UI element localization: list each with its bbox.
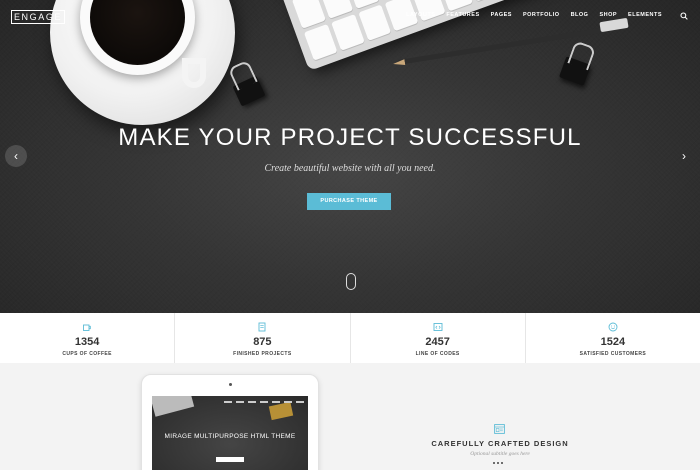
page: ENGAGE LAYOUTS FEATURES PAGES PORTFOLIO … xyxy=(0,0,700,470)
stat-label: FINISHED PROJECTS xyxy=(233,351,292,357)
purchase-theme-button[interactable]: PURCHASE THEME xyxy=(307,193,391,210)
smiley-icon xyxy=(608,322,618,332)
hero-section: ENGAGE LAYOUTS FEATURES PAGES PORTFOLIO … xyxy=(0,0,700,313)
search-icon[interactable] xyxy=(680,12,688,20)
stat-label: LINE OF CODES xyxy=(415,351,460,357)
stat-item: 875 FINISHED PROJECTS xyxy=(175,313,351,363)
cup-handle-image xyxy=(182,58,206,88)
carousel-dots[interactable] xyxy=(493,462,503,464)
nav-item-features[interactable]: FEATURES xyxy=(446,12,479,18)
stat-item: 2457 LINE OF CODES xyxy=(351,313,526,363)
screen-object-image xyxy=(268,401,294,421)
stat-label: SATISFIED CUSTOMERS xyxy=(579,351,647,357)
screen-button xyxy=(216,457,244,462)
logo[interactable]: ENGAGE xyxy=(11,10,65,24)
screen-title: MIRAGE MULTIPURPOSE HTML THEME xyxy=(164,433,296,440)
hero-subtitle: Create beautiful website with all you ne… xyxy=(264,163,436,174)
tablet-screen: MIRAGE MULTIPURPOSE HTML THEME xyxy=(152,396,308,470)
stat-label: CUPS OF COFFEE xyxy=(62,351,112,357)
nav-item-portfolio[interactable]: PORTFOLIO xyxy=(523,12,560,18)
main-nav: LAYOUTS FEATURES PAGES PORTFOLIO BLOG SH… xyxy=(406,12,662,18)
stats-bar: 1354 CUPS OF COFFEE 875 FINISHED PROJECT… xyxy=(0,313,700,363)
code-icon xyxy=(433,323,443,331)
stat-value: 1524 xyxy=(600,336,626,348)
feature-subtitle: Optional subtitle goes here xyxy=(470,451,530,457)
stat-value: 1354 xyxy=(74,336,100,348)
screen-nav xyxy=(224,401,304,403)
screen-keyboard-image xyxy=(152,396,195,417)
document-icon xyxy=(258,322,266,332)
tablet-camera xyxy=(229,383,232,386)
stat-value: 2457 xyxy=(425,336,450,348)
nav-item-elements[interactable]: ELEMENTS xyxy=(628,12,662,18)
carousel-dot[interactable] xyxy=(501,462,503,464)
browser-window-icon xyxy=(494,424,505,434)
feature-title: CAREFULLY CRAFTED DESIGN xyxy=(431,439,569,448)
nav-item-shop[interactable]: SHOP xyxy=(599,12,617,18)
stat-item: 1354 CUPS OF COFFEE xyxy=(0,313,176,363)
stat-item: 1524 SATISFIED CUSTOMERS xyxy=(526,313,700,363)
scroll-down-icon[interactable] xyxy=(346,273,356,290)
carousel-dot[interactable] xyxy=(497,462,499,464)
hero-title: MAKE YOUR PROJECT SUCCESSFUL xyxy=(118,124,582,151)
nav-item-layouts[interactable]: LAYOUTS xyxy=(406,12,435,18)
stat-value: 875 xyxy=(253,336,272,348)
nav-item-pages[interactable]: PAGES xyxy=(491,12,512,18)
nav-item-blog[interactable]: BLOG xyxy=(571,12,589,18)
carousel-dot[interactable] xyxy=(493,462,495,464)
coffee-cup-icon xyxy=(83,324,91,331)
